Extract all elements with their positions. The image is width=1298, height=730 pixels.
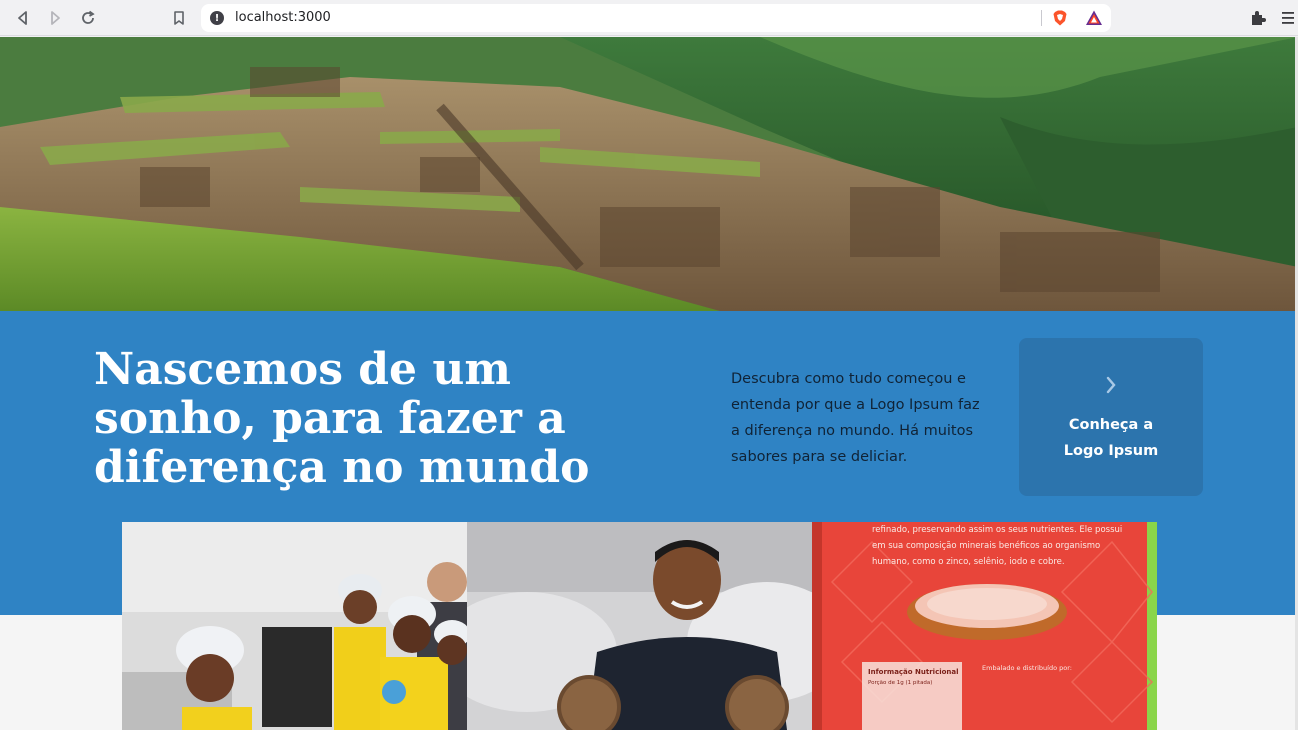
package-text-line-1: refinado, preservando assim os seus nutr… — [872, 525, 1122, 535]
brave-rewards-icon[interactable] — [1085, 9, 1103, 27]
browser-toolbar: ! localhost:3000 — [0, 0, 1298, 36]
packer-title: Embalado e distribuído por: — [982, 664, 1072, 672]
photo-salt-package: refinado, preservando assim os seus nutr… — [812, 522, 1157, 730]
learn-more-card[interactable]: Conheça a Logo Ipsum — [1019, 338, 1203, 496]
forward-icon[interactable] — [45, 8, 65, 28]
site-info-icon[interactable]: ! — [210, 11, 224, 25]
bookmark-icon[interactable] — [169, 8, 189, 28]
package-text-line-2: em sua composição minerais benéficos ao … — [872, 540, 1100, 551]
address-bar-divider — [1041, 10, 1042, 26]
nutrition-title: Informação Nutricional — [868, 668, 959, 676]
menu-icon[interactable] — [1281, 9, 1295, 27]
back-icon[interactable] — [13, 8, 33, 28]
photo-gallery: refinado, preservando assim os seus nutr… — [122, 522, 1158, 730]
nutrition-portion: Porção de 1g (1 pitada) — [868, 680, 932, 686]
about-description: Descubra como tudo começou e entenda por… — [731, 371, 980, 465]
extensions-icon[interactable] — [1249, 9, 1267, 27]
photo-children-workshop — [122, 522, 467, 730]
hero-banner-image — [0, 37, 1298, 311]
reload-icon[interactable] — [78, 8, 98, 28]
learn-more-label: Conheça a Logo Ipsum — [1063, 417, 1159, 459]
chevron-right-icon — [1106, 376, 1116, 394]
url-text[interactable]: localhost:3000 — [235, 10, 331, 25]
photo-man-with-coconuts — [467, 522, 812, 730]
package-text-line-3: humano, como o zinco, selênio, iodo e co… — [872, 556, 1065, 567]
page-headline: Nascemos de um sonho, para fazer a difer… — [94, 344, 590, 493]
brave-shields-icon[interactable] — [1051, 9, 1069, 27]
address-bar[interactable]: ! localhost:3000 — [201, 4, 1111, 32]
